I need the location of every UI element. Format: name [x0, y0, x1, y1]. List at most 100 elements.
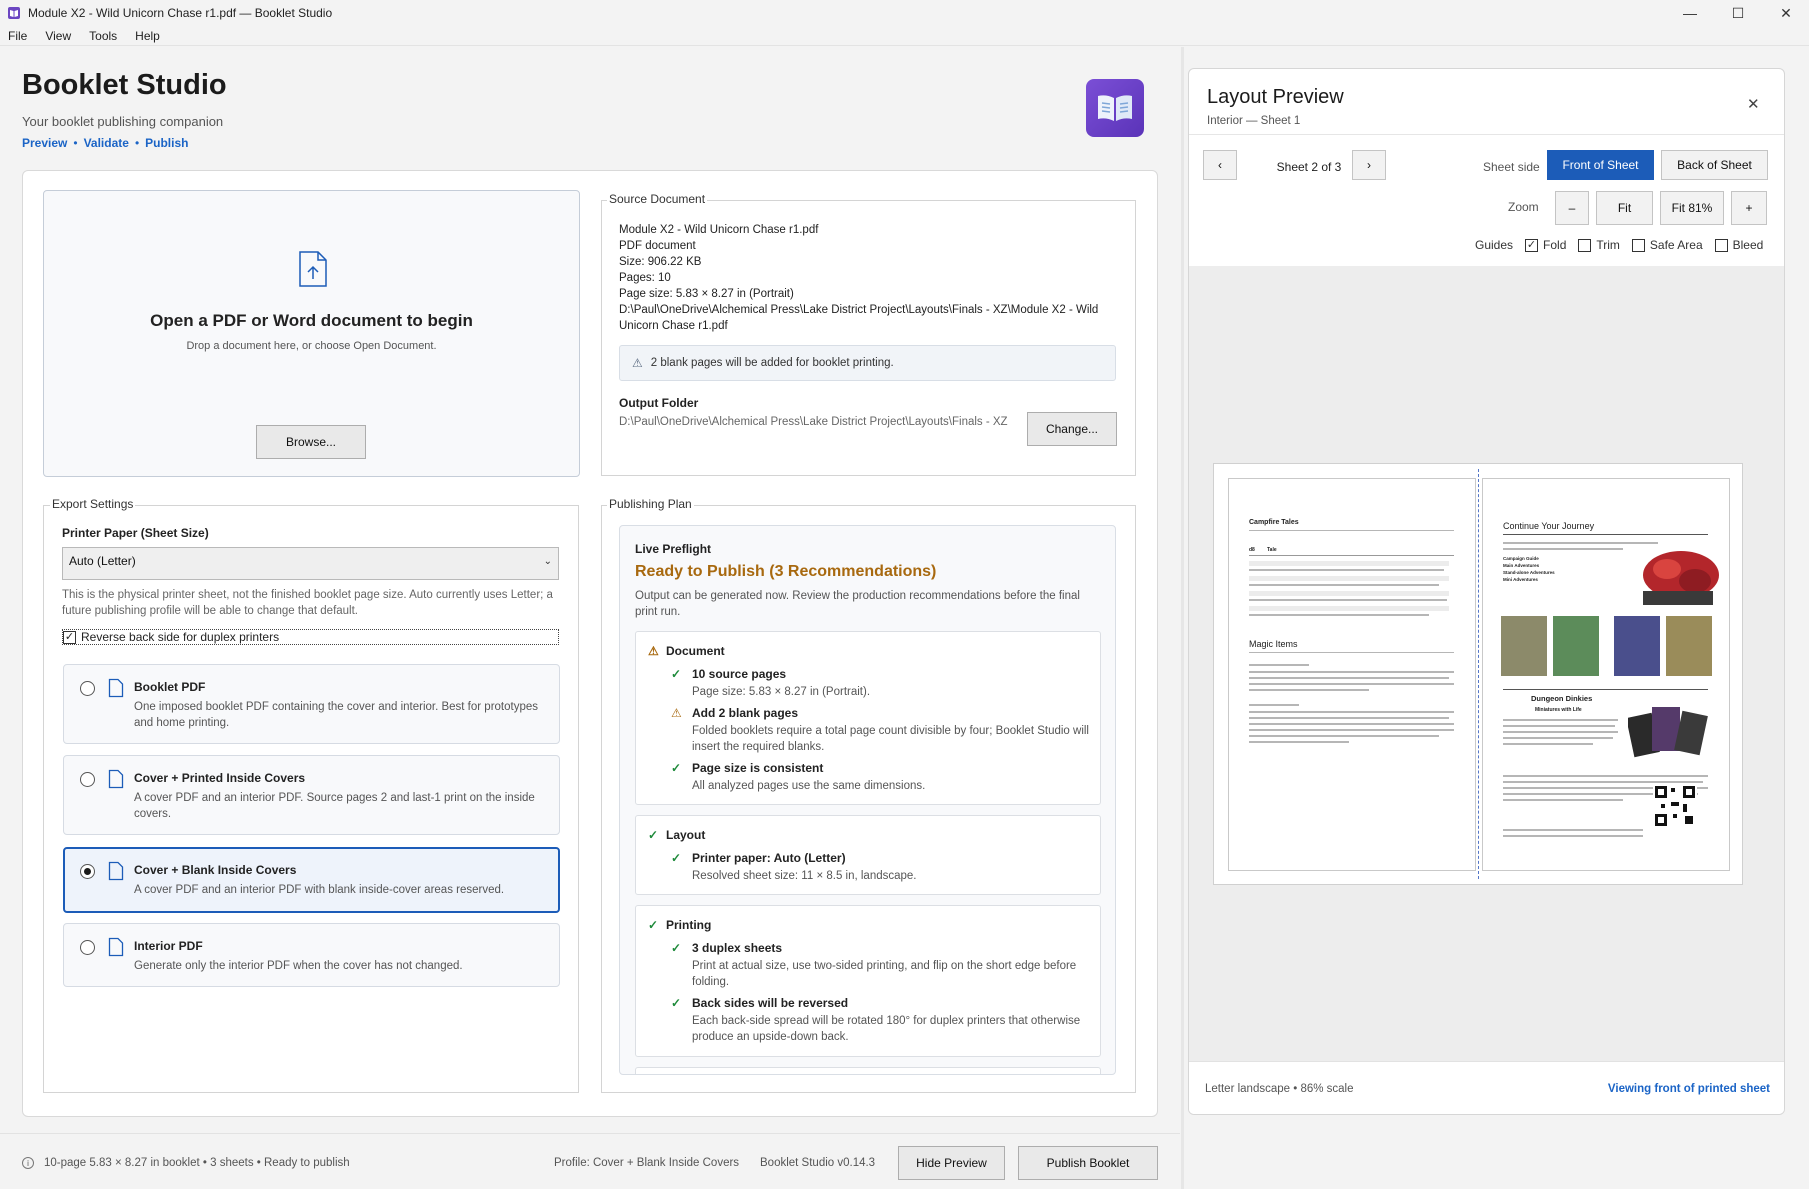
preflight-status: Ready to Publish (3 Recommendations)	[635, 563, 937, 580]
printer-paper-label: Printer Paper (Sheet Size)	[62, 526, 209, 540]
preflight-description: Output can be generated now. Review the …	[635, 590, 1080, 618]
guide-label: Fold	[1543, 238, 1567, 252]
output-folder-label: Output Folder	[619, 396, 699, 410]
qr-code	[1653, 784, 1697, 828]
warning-icon: ⚠	[671, 706, 682, 720]
check-desc: Folded booklets require a total page cou…	[692, 725, 1089, 753]
guide-trim[interactable]: Trim	[1578, 238, 1620, 252]
fold-checkbox[interactable]: ✓	[1525, 238, 1539, 252]
menu-file[interactable]: File	[4, 29, 31, 43]
option-description: A cover PDF and an interior PDF with bla…	[134, 884, 505, 896]
radio-button-selected[interactable]	[80, 864, 95, 879]
guide-label: Bleed	[1732, 238, 1764, 252]
drop-zone-hint: Drop a document here, or choose Open Doc…	[186, 340, 437, 352]
option-description: Generate only the interior PDF when the …	[134, 960, 463, 972]
option-cover-blank-inside[interactable]: Cover + Blank Inside Covers A cover PDF …	[63, 847, 560, 913]
guide-bleed[interactable]: Bleed	[1714, 238, 1764, 252]
menu-help[interactable]: Help	[131, 29, 164, 43]
hide-preview-button[interactable]: Hide Preview	[898, 1146, 1005, 1180]
link-validate[interactable]: Validate	[84, 136, 129, 150]
check-title: Add 2 blank pages	[692, 706, 799, 720]
radio-button[interactable]	[80, 772, 95, 787]
check-title: Back sides will be reversed	[692, 996, 849, 1010]
front-of-sheet-button[interactable]: Front of Sheet	[1547, 150, 1654, 180]
check-icon: ✓	[671, 996, 682, 1010]
source-group-label: Source Document	[607, 192, 708, 206]
fit-percent-button[interactable]: Fit 81%	[1660, 191, 1724, 225]
source-filename: Module X2 - Wild Unicorn Chase r1.pdf	[619, 224, 819, 236]
publish-booklet-button[interactable]: Publish Booklet	[1018, 1146, 1158, 1180]
source-path: D:\Paul\OneDrive\Alchemical Press\Lake D…	[619, 304, 1099, 332]
close-preview-button[interactable]: ✕	[1747, 95, 1760, 113]
guides-label: Guides	[1475, 238, 1514, 252]
next-sheet-button[interactable]: ›	[1352, 150, 1386, 180]
sheet-indicator: Sheet 2 of 3	[1276, 160, 1342, 174]
notice-text: 2 blank pages will be added for booklet …	[650, 357, 894, 369]
section-title: Printing	[666, 918, 712, 932]
previous-sheet-button[interactable]: ‹	[1203, 150, 1237, 180]
fit-button[interactable]: Fit	[1596, 191, 1653, 225]
drop-zone[interactable]: Open a PDF or Word document to begin Dro…	[43, 190, 580, 477]
check-icon: ✓	[671, 761, 682, 775]
app-title: Booklet Studio	[22, 69, 227, 101]
check-icon: ✓	[648, 918, 659, 932]
bleed-checkbox[interactable]	[1714, 238, 1728, 252]
page-heading: Campfire Tales	[1249, 519, 1299, 526]
minimize-button[interactable]: —	[1667, 0, 1713, 26]
window-title: Module X2 - Wild Unicorn Chase r1.pdf — …	[28, 6, 333, 20]
link-publish[interactable]: Publish	[145, 136, 188, 150]
pane-splitter[interactable]	[1181, 47, 1184, 1189]
section-next	[635, 1067, 1101, 1074]
guide-fold[interactable]: ✓ Fold	[1525, 238, 1566, 252]
back-of-sheet-button[interactable]: Back of Sheet	[1661, 150, 1768, 180]
page-subheading: Miniatures with Life	[1535, 707, 1582, 713]
close-window-button[interactable]: ✕	[1763, 0, 1809, 26]
module-cover-thumb	[1614, 616, 1660, 676]
option-booklet-pdf[interactable]: Booklet PDF One imposed booklet PDF cont…	[63, 664, 560, 744]
radio-button[interactable]	[80, 681, 95, 696]
option-interior-pdf[interactable]: Interior PDF Generate only the interior …	[63, 923, 560, 987]
app-icon	[8, 7, 20, 19]
document-icon	[108, 937, 124, 957]
check-icon: ✓	[671, 667, 682, 681]
option-description: A cover PDF and an interior PDF. Source …	[134, 792, 535, 820]
zoom-out-button[interactable]: –	[1555, 191, 1589, 225]
link-preview[interactable]: Preview	[22, 136, 67, 150]
page-heading: Dungeon Dinkies	[1531, 694, 1593, 703]
document-icon	[108, 769, 124, 789]
guide-label: Trim	[1596, 238, 1620, 252]
section-printing: ✓ Printing ✓ 3 duplex sheets Print at act…	[635, 905, 1101, 1057]
preview-subtitle: Interior — Sheet 1	[1207, 115, 1301, 127]
check-title: 10 source pages	[692, 667, 787, 681]
menu-view[interactable]: View	[41, 29, 75, 43]
module-cover-thumb	[1501, 616, 1547, 676]
option-cover-printed-inside[interactable]: Cover + Printed Inside Covers A cover PD…	[63, 755, 560, 835]
trim-checkbox[interactable]	[1578, 238, 1592, 252]
quick-links: Preview • Validate • Publish	[22, 136, 188, 150]
safe-area-checkbox[interactable]	[1631, 238, 1645, 252]
check-desc: Each back-side spread will be rotated 18…	[692, 1015, 1081, 1043]
menu-tools[interactable]: Tools	[85, 29, 121, 43]
page-heading: Continue Your Journey	[1503, 521, 1595, 531]
status-info: i 10-page 5.83 × 8.27 in booklet • 3 she…	[22, 1157, 350, 1169]
plan-group-label: Publishing Plan	[607, 497, 694, 511]
bullet-item: Campaign Guide	[1503, 556, 1539, 561]
reverse-back-checkbox[interactable]: ✓	[63, 630, 76, 644]
bullet-item: Stand-alone Adventures	[1503, 570, 1555, 575]
preview-canvas[interactable]: Campfire Tales d8 Tale Magic Items Conti…	[1189, 266, 1784, 1061]
change-folder-button[interactable]: Change...	[1027, 412, 1117, 446]
maximize-button[interactable]: ☐	[1715, 0, 1761, 26]
guide-safe-area[interactable]: Safe Area	[1631, 238, 1703, 252]
option-title: Cover + Printed Inside Covers	[134, 771, 306, 785]
radio-button[interactable]	[80, 940, 95, 955]
app-subtitle: Your booklet publishing companion	[22, 114, 224, 129]
document-upload-icon	[299, 251, 327, 287]
check-icon: ✓	[671, 851, 682, 865]
document-icon	[108, 861, 124, 881]
zoom-in-button[interactable]: +	[1731, 191, 1767, 225]
reverse-back-checkbox-row[interactable]: ✓ Reverse back side for duplex printers	[62, 629, 559, 645]
guides-row: Guides ✓ Fold Trim Safe Area Bleed	[1475, 238, 1763, 252]
section-title: Layout	[666, 828, 706, 842]
printer-paper-select[interactable]: Auto (Letter) ⌄	[62, 547, 559, 580]
browse-button[interactable]: Browse...	[256, 425, 366, 459]
